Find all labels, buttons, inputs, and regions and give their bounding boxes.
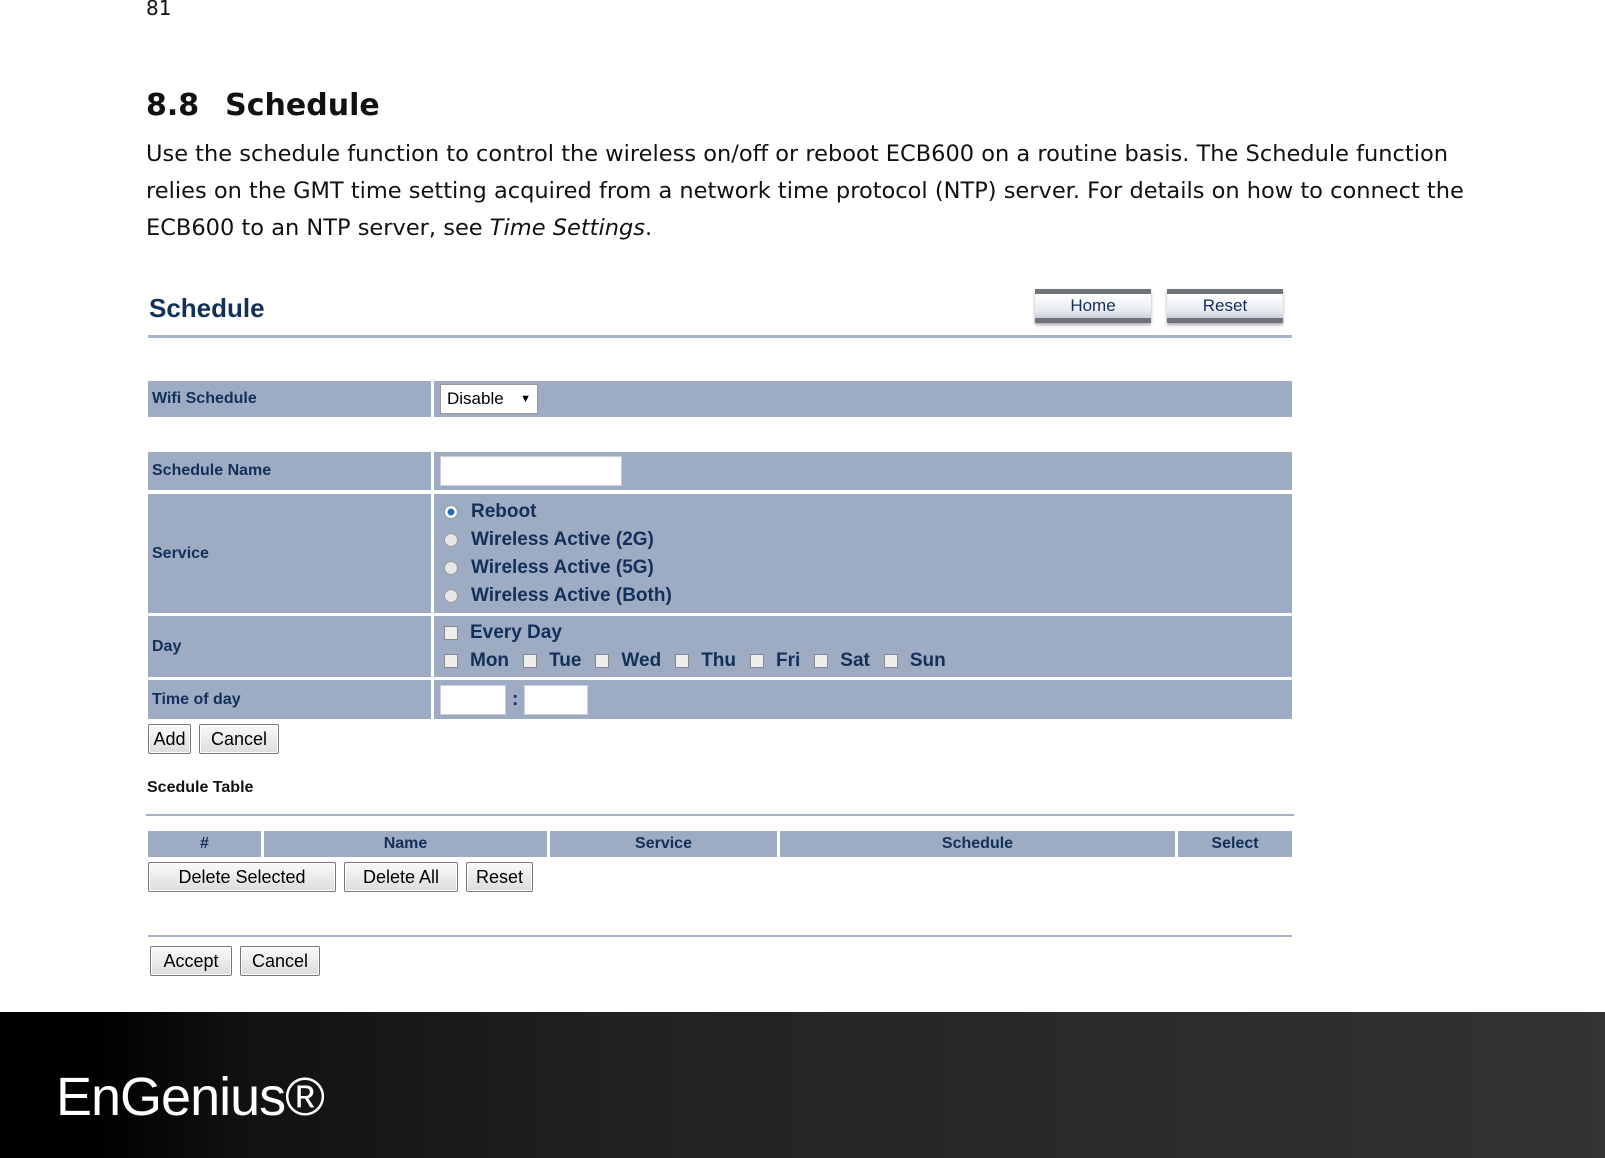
section-number: 8.8 (146, 88, 200, 123)
divider (148, 335, 1292, 338)
reset-button[interactable]: Reset (1167, 289, 1283, 323)
cancel-button[interactable]: Cancel (199, 724, 279, 754)
option-label: Reboot (471, 500, 537, 522)
home-button[interactable]: Home (1035, 289, 1151, 323)
divider (148, 935, 1292, 937)
divider (146, 814, 1294, 816)
day-checkbox-mon[interactable] (444, 653, 458, 668)
chevron-down-icon: ▼ (520, 393, 531, 405)
table-reset-button[interactable]: Reset (466, 862, 533, 892)
minute-input[interactable] (524, 684, 589, 715)
day-checkbox-sat[interactable] (814, 653, 829, 668)
col-header-number: # (148, 831, 261, 857)
delete-all-button[interactable]: Delete All (344, 862, 458, 892)
day-checkbox-sun[interactable] (883, 653, 898, 668)
schedule-name-row: Schedule Name (148, 452, 1292, 490)
section-heading: 8.8 Schedule (146, 88, 406, 123)
schedule-name-input[interactable] (440, 456, 622, 486)
col-header-schedule: Schedule (780, 831, 1175, 857)
day-label-mon: Mon (470, 649, 510, 671)
option-label: Wireless Active (5G) (471, 556, 654, 578)
paragraph-text: Use the schedule function to control the… (146, 141, 1464, 241)
day-label-fri: Fri (776, 649, 801, 671)
wifi-schedule-label: Wifi Schedule (148, 381, 434, 417)
cancel-bottom-button[interactable]: Cancel (240, 946, 320, 976)
delete-selected-button[interactable]: Delete Selected (148, 862, 336, 892)
panel-title: Schedule (149, 293, 265, 323)
day-label-wed: Wed (621, 649, 662, 671)
radio-icon[interactable] (444, 560, 458, 575)
day-label-tue: Tue (549, 649, 582, 671)
time-row: Time of day : (148, 680, 1292, 719)
day-label-sat: Sat (840, 649, 870, 671)
schedule-table-label: Scedule Table (147, 779, 254, 796)
day-label-sun: Sun (909, 649, 946, 671)
radio-icon[interactable] (444, 532, 458, 547)
day-checkbox-fri[interactable] (750, 653, 765, 668)
col-header-service: Service (550, 831, 777, 857)
every-day-label: Every Day (470, 621, 562, 643)
col-header-name: Name (264, 831, 547, 857)
wifi-schedule-row: Wifi Schedule Disable ▼ (148, 381, 1292, 417)
radio-icon[interactable] (444, 588, 458, 603)
col-header-select: Select (1178, 831, 1292, 857)
service-row: Service Reboot Wireless Active (2G) Wire… (148, 494, 1292, 613)
day-checkbox-thu[interactable] (675, 653, 690, 668)
radio-selected-icon[interactable] (444, 504, 458, 519)
day-row: Day Every Day Mon Tue Wed Thu Fri Sat Sun (148, 616, 1292, 677)
paragraph-end: . (645, 215, 653, 241)
add-button[interactable]: Add (148, 724, 191, 754)
day-label: Day (148, 616, 434, 677)
engenius-logo: EnGenius® (56, 1067, 325, 1127)
hour-input[interactable] (440, 684, 506, 715)
day-checkbox-wed[interactable] (595, 653, 610, 668)
service-label: Service (148, 494, 434, 613)
body-paragraph: Use the schedule function to control the… (146, 136, 1476, 247)
every-day-checkbox[interactable] (444, 625, 458, 640)
day-checkbox-tue[interactable] (523, 653, 538, 668)
wifi-schedule-select[interactable]: Disable ▼ (440, 384, 538, 414)
time-separator: : (512, 688, 519, 710)
wifi-schedule-value: Disable (447, 389, 504, 408)
schedule-name-label: Schedule Name (148, 452, 434, 490)
option-label: Wireless Active (2G) (471, 528, 654, 550)
service-option-2g[interactable]: Wireless Active (2G) (440, 526, 1292, 554)
day-label-thu: Thu (701, 649, 737, 671)
service-option-both[interactable]: Wireless Active (Both) (440, 582, 1292, 610)
section-title: Schedule (225, 88, 380, 123)
time-label: Time of day (148, 680, 434, 719)
page-number: 81 (146, 0, 172, 20)
service-option-reboot[interactable]: Reboot (440, 498, 1292, 526)
option-label: Wireless Active (Both) (471, 584, 672, 606)
time-settings-ref: Time Settings (489, 215, 645, 241)
service-option-5g[interactable]: Wireless Active (5G) (440, 554, 1292, 582)
accept-button[interactable]: Accept (150, 946, 232, 976)
